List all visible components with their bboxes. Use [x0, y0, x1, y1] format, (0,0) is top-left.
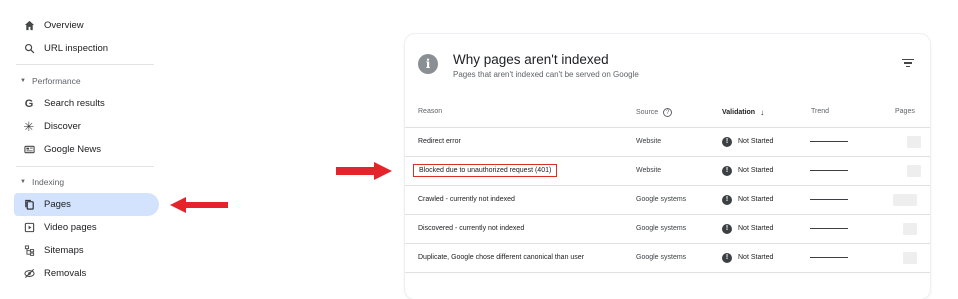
source-cell: Google systems [636, 196, 687, 203]
info-icon: i [418, 54, 438, 74]
sidebar-item-label: URL inspection [44, 43, 109, 54]
trend-sparkline [810, 228, 848, 230]
trend-sparkline [810, 170, 848, 172]
pages-count-blurred [903, 223, 917, 235]
validation-cell: ! Not Started [722, 243, 773, 272]
sidebar-divider [16, 166, 154, 167]
validation-label: Not Started [738, 254, 774, 261]
reason-cell: Discovered - currently not indexed [418, 225, 525, 232]
why-not-indexed-card: i Why pages aren't indexed Pages that ar… [405, 34, 930, 299]
pages-icon [22, 198, 36, 212]
collapse-triangle-icon: ▼ [20, 179, 26, 185]
annotation-arrow-right [336, 162, 392, 180]
trend-sparkline [810, 257, 848, 259]
sidebar-item-label: Discover [44, 121, 81, 132]
search-icon [22, 42, 36, 56]
validation-label: Not Started [738, 196, 774, 203]
sort-down-arrow-icon: ↓ [760, 108, 765, 117]
source-cell: Google systems [636, 225, 687, 232]
sidebar-item-label: Sitemaps [44, 245, 84, 256]
sidebar-item-discover[interactable]: ✳ Discover [16, 115, 159, 138]
help-icon[interactable]: ? [663, 108, 673, 117]
pages-count-blurred [903, 252, 917, 264]
home-icon [22, 19, 36, 33]
warning-icon: ! [722, 165, 732, 176]
section-title: Performance [31, 76, 81, 86]
section-title: Indexing [31, 177, 65, 187]
reason-cell: Redirect error [418, 138, 461, 145]
collapse-triangle-icon: ▼ [20, 78, 26, 84]
sidebar-item-label: Overview [44, 20, 84, 31]
sitemaps-icon [22, 244, 36, 258]
column-label: Source [636, 109, 659, 116]
sidebar-item-search-results[interactable]: G Search results [16, 92, 159, 115]
reason-cell: Crawled - currently not indexed [418, 196, 515, 203]
sidebar-item-video-pages[interactable]: Video pages [16, 216, 159, 239]
sidebar-item-label: Google News [44, 144, 102, 155]
sidebar-item-url-inspection[interactable]: URL inspection [16, 37, 159, 60]
pages-count-blurred [907, 165, 921, 177]
google-g-icon: G [24, 97, 34, 110]
warning-icon: ! [722, 252, 732, 263]
source-cell: Website [636, 167, 662, 174]
column-label: Trend [811, 108, 830, 115]
table-row[interactable]: Crawled - currently not indexed Google s… [405, 185, 930, 214]
source-cell: Website [636, 138, 662, 145]
removals-icon [22, 267, 36, 281]
warning-icon: ! [722, 223, 732, 234]
validation-cell: ! Not Started [722, 156, 773, 185]
reason-cell: Blocked due to unauthorized request (401… [413, 156, 558, 185]
validation-cell: ! Not Started [722, 127, 773, 156]
sidebar-item-removals[interactable]: Removals [16, 262, 159, 285]
validation-label: Not Started [738, 167, 774, 174]
sidebar-item-label: Removals [44, 268, 87, 279]
video-pages-icon [22, 221, 36, 235]
table-row[interactable]: Discovered - currently not indexed Googl… [405, 214, 930, 243]
column-header-reason[interactable]: Reason [418, 108, 442, 115]
filter-icon[interactable] [902, 59, 914, 69]
trend-sparkline [810, 199, 848, 201]
pages-count-blurred [907, 136, 921, 148]
column-label: Reason [418, 108, 443, 115]
sidebar-divider [16, 64, 154, 65]
table-row[interactable]: Redirect error Website ! Not Started [405, 127, 930, 156]
sidebar-item-label: Video pages [44, 222, 97, 233]
validation-label: Not Started [738, 138, 774, 145]
news-icon [22, 143, 36, 157]
column-header-validation[interactable]: Validation ↓ [722, 108, 764, 117]
validation-label: Not Started [738, 225, 774, 232]
section-performance[interactable]: ▼ Performance [20, 74, 81, 88]
section-indexing[interactable]: ▼ Indexing [20, 175, 64, 189]
asterisk-icon: ✳ [23, 118, 35, 134]
warning-icon: ! [722, 194, 732, 205]
validation-cell: ! Not Started [722, 214, 773, 243]
sidebar-item-overview[interactable]: Overview [16, 14, 159, 37]
table-divider [405, 272, 930, 273]
table-row[interactable]: Blocked due to unauthorized request (401… [405, 156, 930, 185]
highlighted-reason: Blocked due to unauthorized request (401… [413, 164, 558, 177]
sidebar-nav: Overview URL inspection ▼ Performance G … [0, 0, 175, 299]
card-subtitle: Pages that aren't indexed can't be serve… [453, 70, 639, 79]
sidebar-item-google-news[interactable]: Google News [16, 138, 159, 161]
pages-count-blurred [893, 194, 917, 206]
column-label: Pages [895, 108, 915, 115]
table-row[interactable]: Duplicate, Google chose different canoni… [405, 243, 930, 272]
column-header-source[interactable]: Source ? [636, 108, 673, 117]
trend-sparkline [810, 141, 848, 143]
annotation-arrow-left [170, 197, 228, 213]
sidebar-item-label: Pages [44, 199, 71, 210]
sidebar-item-sitemaps[interactable]: Sitemaps [16, 239, 159, 262]
warning-icon: ! [722, 136, 732, 147]
column-header-trend[interactable]: Trend [811, 108, 829, 115]
card-title: Why pages aren't indexed [453, 52, 609, 67]
column-header-pages[interactable]: Pages [895, 108, 915, 115]
sidebar-item-pages[interactable]: Pages [14, 193, 159, 216]
column-label: Validation [722, 109, 756, 116]
validation-cell: ! Not Started [722, 185, 773, 214]
reason-cell: Duplicate, Google chose different canoni… [418, 254, 585, 261]
sidebar-item-label: Search results [44, 98, 105, 109]
source-cell: Google systems [636, 254, 687, 261]
